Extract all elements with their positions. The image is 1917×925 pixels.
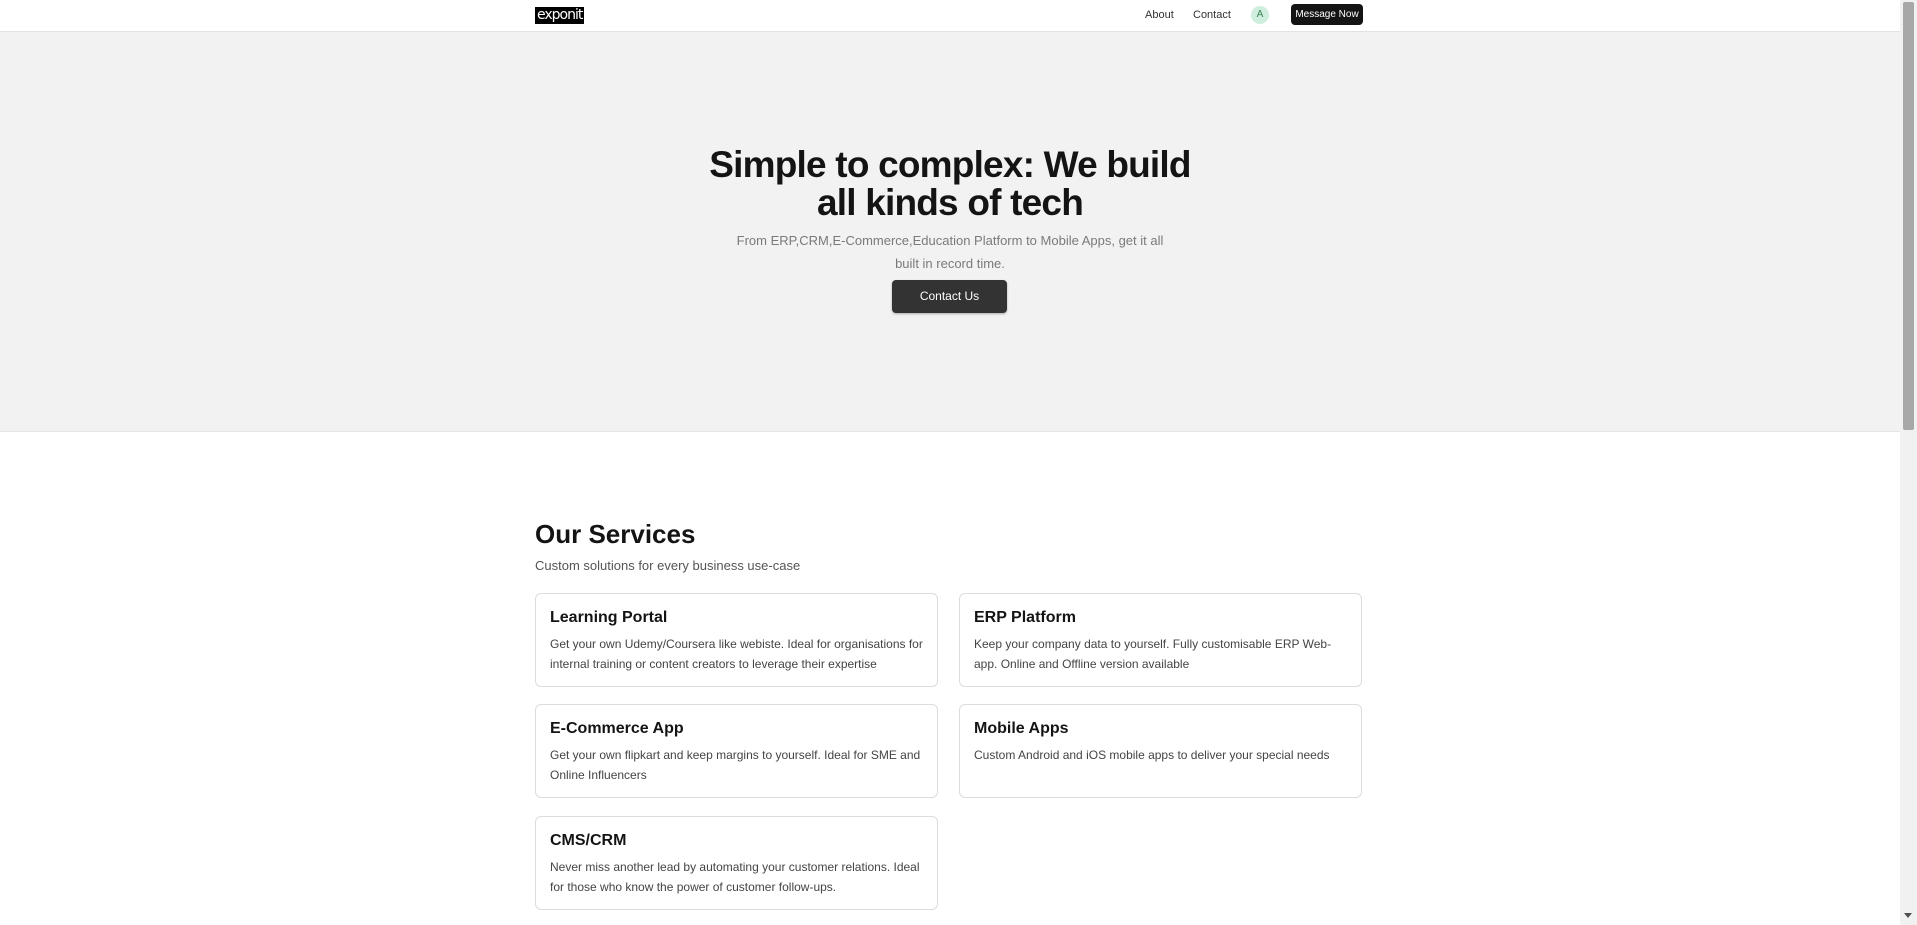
service-card-description: Never miss another lead by automating yo… (550, 860, 920, 894)
service-card-description: Get your own flipkart and keep margins t… (550, 748, 921, 782)
service-card-description: Custom Android and iOS mobile apps to de… (974, 748, 1330, 762)
service-card-mobile-apps[interactable]: Mobile Apps Custom Android and iOS mobil… (959, 704, 1362, 798)
service-card-erp-platform[interactable]: ERP Platform Keep your company data to y… (959, 593, 1362, 687)
hero-subtitle: From ERP,CRM,E-Commerce,Education Platfo… (736, 233, 1164, 271)
service-card-cms-crm[interactable]: CMS/CRM Never miss another lead by autom… (535, 816, 938, 910)
page: exponit About Contact A Message Now Simp… (0, 0, 1900, 925)
service-card-title: E-Commerce App (550, 720, 684, 737)
logo[interactable]: exponit (535, 7, 585, 24)
service-card-title: CMS/CRM (550, 832, 627, 849)
service-card-description: Get your own Udemy/Coursera like webiste… (550, 637, 923, 671)
hero-title: Simple to complex: We build all kinds of… (709, 144, 1191, 223)
scrollbar-thumb[interactable] (1903, 2, 1914, 430)
services-subtitle: Custom solutions for every business use-… (535, 558, 801, 573)
vertical-scrollbar[interactable] (1900, 0, 1917, 925)
hero-section: Simple to complex: We build all kinds of… (0, 32, 1900, 432)
nav-about-link[interactable]: About (1145, 9, 1174, 22)
service-card-title: Learning Portal (550, 609, 668, 626)
scroll-down-arrow-icon[interactable] (1904, 913, 1912, 918)
service-card-learning-portal[interactable]: Learning Portal Get your own Udemy/Cours… (535, 593, 938, 687)
service-card-e-commerce-app[interactable]: E-Commerce App Get your own flipkart and… (535, 704, 938, 798)
services-title: Our Services (535, 519, 696, 549)
avatar[interactable]: A (1251, 6, 1269, 24)
nav-contact-link[interactable]: Contact (1193, 9, 1231, 22)
site-header: exponit About Contact A Message Now (0, 0, 1900, 32)
contact-us-button[interactable]: Contact Us (892, 280, 1007, 313)
service-card-title: ERP Platform (974, 609, 1076, 626)
service-card-description: Keep your company data to yourself. Full… (974, 637, 1332, 671)
service-card-title: Mobile Apps (974, 720, 1069, 737)
message-now-button[interactable]: Message Now (1291, 4, 1363, 25)
